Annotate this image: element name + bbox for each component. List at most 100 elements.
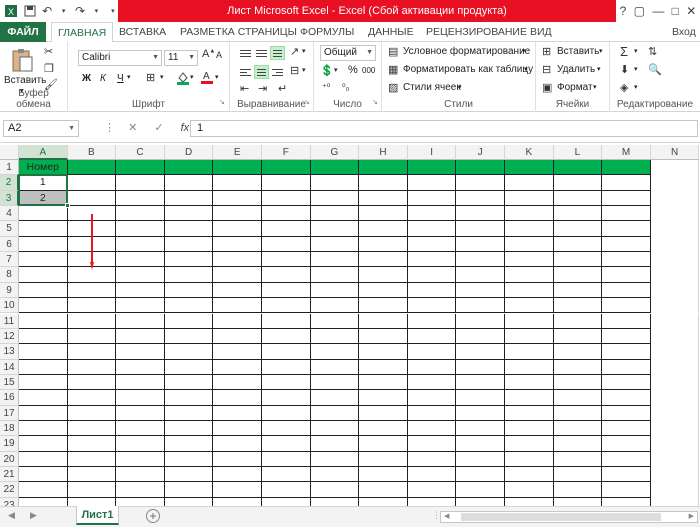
cell-c12[interactable] xyxy=(116,328,165,345)
cell-n18[interactable] xyxy=(651,420,700,437)
cell-h18[interactable] xyxy=(359,420,408,437)
column-header-f[interactable]: F xyxy=(262,145,311,160)
cell-k2[interactable] xyxy=(505,175,554,191)
cell-e4[interactable] xyxy=(213,206,262,222)
cell-d23[interactable] xyxy=(165,497,214,506)
format-cells-dropdown-icon[interactable]: ▾ xyxy=(593,83,597,91)
cell-g14[interactable] xyxy=(310,359,360,375)
name-box[interactable]: A2 ▼ xyxy=(3,120,79,137)
cell-i21[interactable] xyxy=(407,467,457,483)
cell-n6[interactable] xyxy=(651,236,700,253)
cell-a14[interactable] xyxy=(19,359,68,375)
cell-c23[interactable] xyxy=(116,497,165,506)
align-top-icon[interactable] xyxy=(238,46,253,60)
cell-j14[interactable] xyxy=(456,359,505,375)
cell-a7[interactable] xyxy=(19,252,68,268)
cell-i4[interactable] xyxy=(407,206,457,222)
cell-g6[interactable] xyxy=(310,236,360,253)
cell-i23[interactable] xyxy=(408,497,457,506)
cell-i15[interactable] xyxy=(407,374,457,391)
cell-l2[interactable] xyxy=(553,175,603,191)
cell-m22[interactable] xyxy=(602,482,651,498)
column-header-n[interactable]: N xyxy=(650,145,700,160)
number-format-select[interactable]: Общий ▼ xyxy=(320,45,376,61)
cell-l14[interactable] xyxy=(553,359,603,375)
cell-l21[interactable] xyxy=(553,467,603,483)
cell-e16[interactable] xyxy=(213,390,262,406)
cell-k6[interactable] xyxy=(505,236,554,253)
paste-button[interactable]: Вставить xyxy=(4,75,46,86)
formula-input[interactable]: 1 xyxy=(190,120,698,137)
cell-i19[interactable] xyxy=(407,436,457,452)
format-as-table-icon[interactable]: ▦ xyxy=(388,63,398,76)
cell-h14[interactable] xyxy=(359,359,408,375)
borders-dropdown-icon[interactable]: ▾ xyxy=(160,73,164,81)
cell-c8[interactable] xyxy=(116,267,165,283)
cell-k8[interactable] xyxy=(505,267,554,283)
cell-h13[interactable] xyxy=(359,344,408,360)
cell-g17[interactable] xyxy=(310,405,360,421)
cell-e6[interactable] xyxy=(213,236,262,253)
row-header-21[interactable]: 21 xyxy=(0,467,19,483)
cell-j18[interactable] xyxy=(456,420,505,437)
cell-e15[interactable] xyxy=(213,374,262,391)
cell-k12[interactable] xyxy=(505,328,554,345)
cell-k22[interactable] xyxy=(505,482,554,498)
cell-i18[interactable] xyxy=(407,420,457,437)
scrollbar-thumb[interactable] xyxy=(461,513,661,521)
cell-f23[interactable] xyxy=(262,497,311,506)
cell-g9[interactable] xyxy=(310,282,360,299)
paste-icon[interactable] xyxy=(8,48,36,74)
cell-b1[interactable] xyxy=(67,160,117,176)
cell-j4[interactable] xyxy=(456,206,505,222)
cell-l15[interactable] xyxy=(553,374,603,391)
fill-dropdown-icon[interactable]: ▾ xyxy=(634,65,638,73)
cell-h6[interactable] xyxy=(359,236,408,253)
cell-f4[interactable] xyxy=(262,206,311,222)
cell-k3[interactable] xyxy=(505,190,554,207)
row-header-20[interactable]: 20 xyxy=(0,451,19,467)
cell-a8[interactable] xyxy=(19,267,68,283)
cell-c11[interactable] xyxy=(116,313,165,329)
tab-review[interactable]: РЕЦЕНЗИРОВАНИЕ xyxy=(426,22,527,42)
cell-d21[interactable] xyxy=(164,467,214,483)
cell-b9[interactable] xyxy=(67,282,117,299)
delete-cells-button[interactable]: Удалить xyxy=(557,64,595,75)
cell-m15[interactable] xyxy=(602,374,651,391)
insert-cells-button[interactable]: Вставить xyxy=(557,46,599,57)
cell-i3[interactable] xyxy=(407,190,457,207)
cell-d19[interactable] xyxy=(164,436,214,452)
cell-m16[interactable] xyxy=(602,390,651,406)
cell-c16[interactable] xyxy=(116,390,165,406)
cell-f6[interactable] xyxy=(262,236,311,253)
cell-e7[interactable] xyxy=(213,252,262,268)
cell-g8[interactable] xyxy=(310,267,360,283)
row-header-5[interactable]: 5 xyxy=(0,221,19,237)
cell-h21[interactable] xyxy=(359,467,408,483)
cell-f13[interactable] xyxy=(262,344,311,360)
underline-button[interactable]: Ч xyxy=(117,73,124,84)
cell-j22[interactable] xyxy=(456,482,505,498)
cell-h19[interactable] xyxy=(359,436,408,452)
cell-g11[interactable] xyxy=(310,313,360,329)
orientation-dropdown-icon[interactable]: ▾ xyxy=(302,47,306,55)
cell-a19[interactable] xyxy=(19,436,68,452)
cell-h7[interactable] xyxy=(359,252,408,268)
cell-d11[interactable] xyxy=(164,313,214,329)
cell-n11[interactable] xyxy=(651,313,700,329)
cell-i20[interactable] xyxy=(407,451,457,467)
cell-i1[interactable] xyxy=(407,160,457,176)
cell-g20[interactable] xyxy=(310,451,360,467)
cell-b11[interactable] xyxy=(67,313,117,329)
sign-in-link[interactable]: Вход xyxy=(672,22,696,42)
cell-c5[interactable] xyxy=(116,221,165,237)
cell-k7[interactable] xyxy=(505,252,554,268)
cell-b2[interactable] xyxy=(67,175,117,191)
cell-d10[interactable] xyxy=(164,298,214,314)
cell-k21[interactable] xyxy=(505,467,554,483)
cell-m7[interactable] xyxy=(602,252,651,268)
cell-i7[interactable] xyxy=(407,252,457,268)
column-header-h[interactable]: H xyxy=(359,145,408,160)
cell-styles-button[interactable]: Стили ячеек xyxy=(403,82,461,93)
cell-styles-dropdown-icon[interactable]: ▾ xyxy=(458,83,462,91)
